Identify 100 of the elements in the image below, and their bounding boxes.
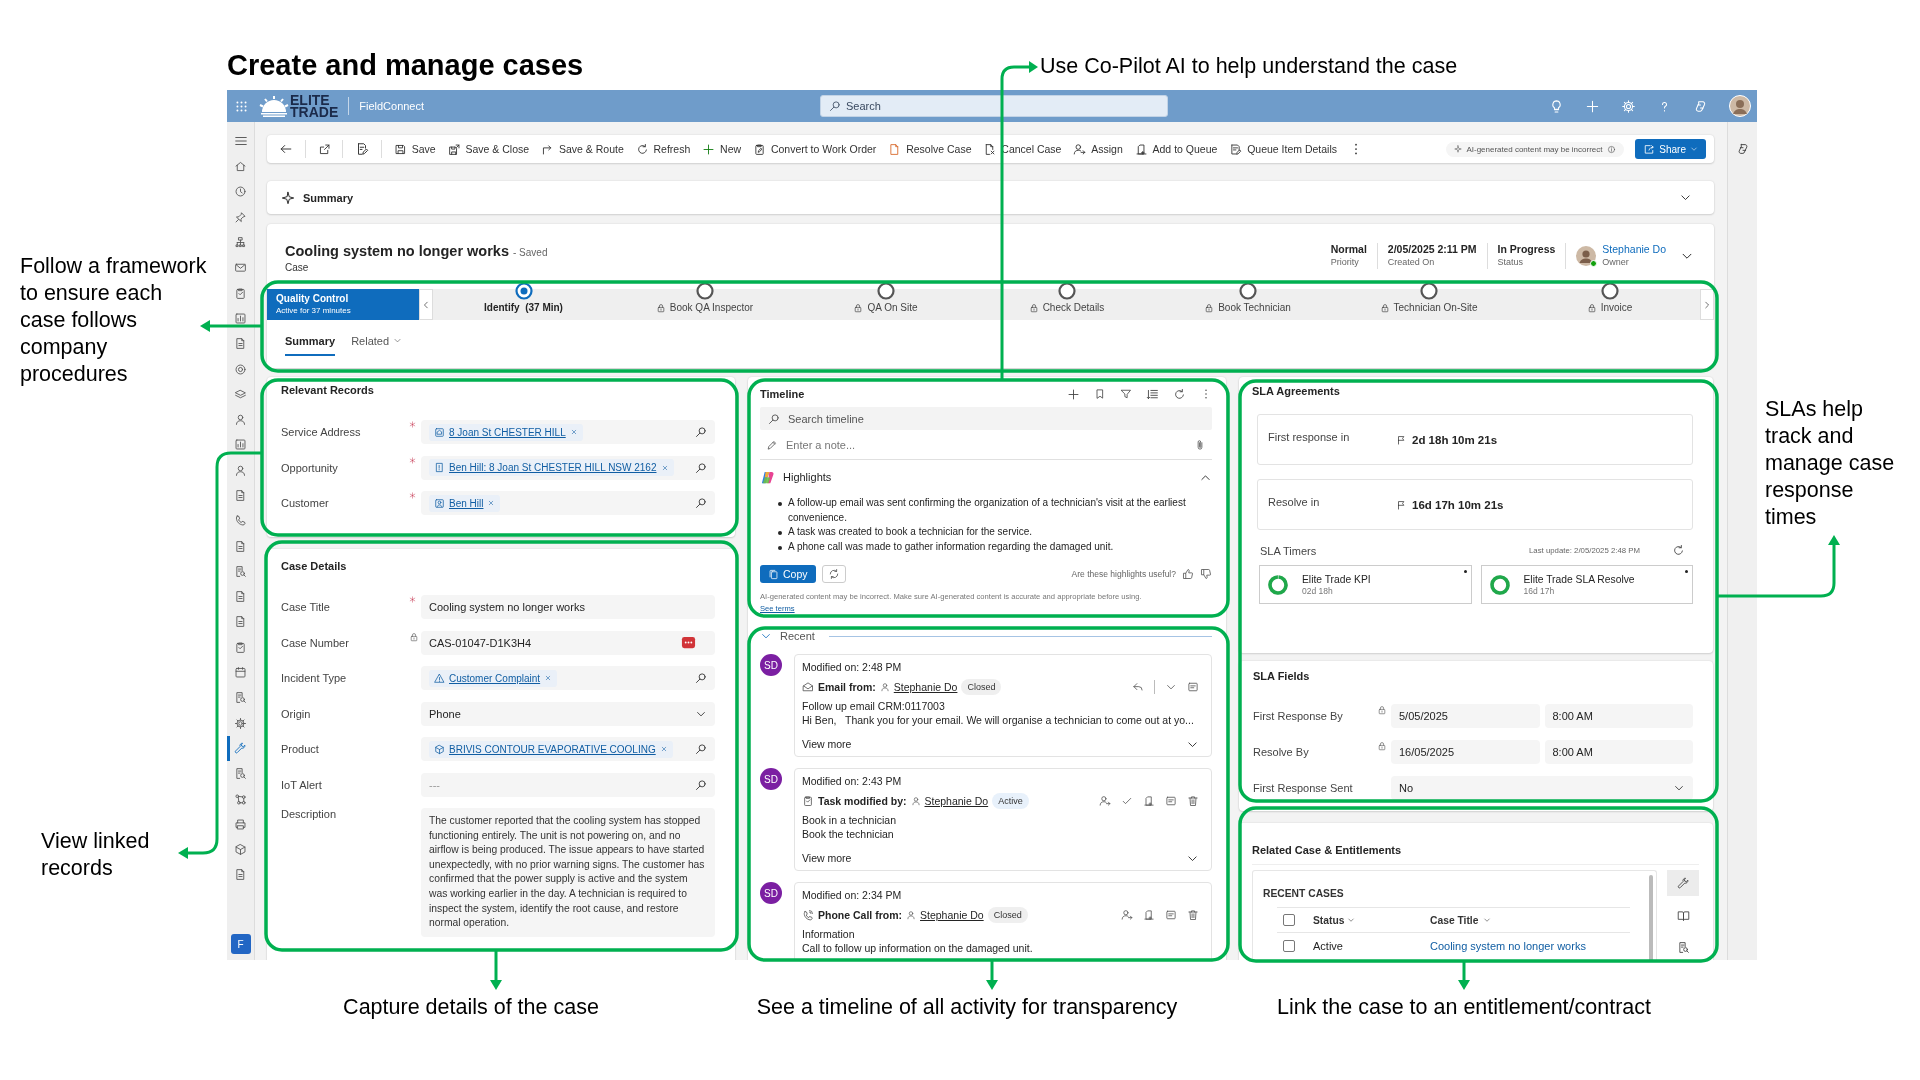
person-link[interactable]: Stephanie Do	[924, 794, 989, 808]
copy-button[interactable]: Copy	[760, 565, 816, 583]
refresh-icon[interactable]	[1672, 544, 1685, 557]
stage-label[interactable]: Invoice	[1600, 302, 1633, 313]
search-icon[interactable]	[695, 497, 707, 509]
scrollbar[interactable]	[1649, 875, 1653, 960]
bookmark-icon[interactable]	[1094, 388, 1106, 400]
stage-label[interactable]: QA On Site	[867, 302, 918, 313]
lookup-field[interactable]: Customer Complaint	[421, 666, 715, 690]
delete-icon[interactable]	[1187, 909, 1199, 921]
stage-marker[interactable]	[1057, 282, 1076, 300]
thumbs-up-icon[interactable]	[1182, 568, 1194, 580]
lookup-tag[interactable]: 8 Joan St CHESTER HILL	[429, 423, 583, 441]
search-field[interactable]: Search	[820, 95, 1168, 117]
search-field[interactable]: Search timeline	[760, 407, 1212, 430]
lookup-field[interactable]: BRIVIS CONTOUR EVAPORATIVE COOLING	[421, 737, 715, 761]
copilot-icon[interactable]	[1693, 98, 1708, 114]
case-link[interactable]: Cooling system no longer works	[1430, 940, 1586, 952]
open-record-icon[interactable]	[1165, 795, 1177, 807]
time-field[interactable]: 8:00 AM	[1544, 740, 1693, 764]
stage-label[interactable]: Check Details	[1042, 302, 1105, 313]
open-record-icon[interactable]	[1165, 909, 1177, 921]
wrench-button[interactable]	[1667, 870, 1699, 896]
record-link[interactable]: Ben Hill	[449, 497, 484, 509]
date-field[interactable]: 16/05/2025	[1391, 740, 1540, 764]
lookup-tag[interactable]: Ben Hill	[429, 494, 501, 512]
sla-kpi-card[interactable]: Elite Trade KPI 02d 18h	[1259, 565, 1472, 604]
thumbs-down-icon[interactable]	[1200, 568, 1212, 580]
open-record-icon[interactable]	[1187, 681, 1199, 693]
view-more-link[interactable]: View more	[802, 737, 852, 751]
stage-marker[interactable]	[1600, 282, 1619, 300]
app-launcher-icon[interactable]	[234, 99, 248, 113]
note-field[interactable]: Enter a note...	[760, 430, 1212, 460]
save-and-route-button[interactable]: Save & Route	[540, 142, 624, 156]
dropdown-field[interactable]: No	[1391, 776, 1693, 800]
tab[interactable]: Related	[351, 327, 403, 356]
back-arrow-icon[interactable]	[279, 142, 293, 156]
person-link[interactable]: Stephanie Do	[920, 908, 984, 922]
search-icon[interactable]	[695, 672, 707, 684]
assign-button[interactable]: Assign	[1073, 142, 1123, 156]
avatar[interactable]	[1729, 95, 1751, 117]
active-stage-flyout[interactable]: Quality Control Active for 37 minutes	[267, 289, 419, 320]
checkbox[interactable]	[1283, 914, 1295, 926]
form-edit-icon[interactable]	[355, 142, 370, 156]
menu-icon[interactable]	[233, 134, 248, 148]
checkbox[interactable]	[1283, 940, 1295, 952]
queue-details-button[interactable]: Queue Item Details	[1229, 142, 1338, 156]
refresh-button[interactable]: Refresh	[635, 142, 691, 156]
description-field[interactable]: The customer reported that the cooling system has stopped functioning entirely. The unit is not powering on, and no airflow is being produced. The issue appears to have started unexpectedly, with no prior warning signs. The customer has confirmed that the power supply is active and the system was working earlier in the day. A technician is required to inspect the system, identify the root cause, and restore normal operation.	[421, 808, 715, 937]
refresh-icon[interactable]	[1173, 387, 1186, 401]
save-button[interactable]: Save	[393, 142, 436, 156]
info-icon[interactable]	[1606, 144, 1616, 154]
sla-kpi-card[interactable]: Elite Trade SLA Resolve 16d 17h	[1480, 565, 1693, 604]
search-icon[interactable]	[695, 743, 707, 755]
stage-label[interactable]: Book QA Inspector	[669, 302, 754, 313]
record-link[interactable]: BRIVIS CONTOUR EVAPORATIVE COOLING	[449, 743, 656, 755]
lookup-field[interactable]: Ben Hill: 8 Joan St CHESTER HILL NSW 2162	[421, 455, 715, 480]
text-field[interactable]: Cooling system no longer works	[421, 595, 715, 619]
copilot-icon[interactable]	[1735, 142, 1750, 156]
record-link[interactable]: 8 Joan St CHESTER HILL	[449, 426, 566, 438]
delete-icon[interactable]	[1187, 795, 1199, 807]
remove-icon[interactable]	[487, 499, 496, 507]
popout-icon[interactable]	[317, 142, 331, 156]
stage-marker[interactable]	[1238, 282, 1257, 300]
convert-button[interactable]: Convert to Work Order	[752, 142, 877, 156]
record-link[interactable]: Customer Complaint	[449, 672, 541, 684]
lookup-field[interactable]: 8 Joan St CHESTER HILL	[421, 420, 715, 444]
column-header[interactable]: Case Title	[1430, 914, 1492, 926]
time-field[interactable]: 8:00 AM	[1544, 704, 1693, 728]
stage-label[interactable]: Identify (37 Min)	[484, 302, 563, 313]
filter-icon[interactable]	[1120, 388, 1132, 400]
stage-label[interactable]: Book Technician	[1218, 302, 1291, 313]
settings-icon[interactable]	[1621, 98, 1636, 114]
dropdown-field[interactable]: Phone	[421, 701, 715, 726]
area-switcher[interactable]: F	[230, 934, 251, 954]
stage-marker[interactable]	[695, 282, 714, 300]
paperclip-icon[interactable]	[1194, 438, 1206, 451]
record-link[interactable]: Ben Hill: 8 Joan St CHESTER HILL NSW 2162	[449, 462, 657, 473]
stage-marker[interactable]	[514, 282, 533, 300]
plus-icon[interactable]	[1585, 98, 1600, 114]
person-arrow-icon[interactable]	[1121, 909, 1133, 921]
add-to-queue-button[interactable]: Add to Queue	[1134, 142, 1218, 156]
queue-add-icon[interactable]	[1143, 795, 1155, 807]
owner-link[interactable]: Stephanie Do	[1602, 243, 1666, 256]
regenerate-button[interactable]	[821, 565, 846, 583]
lightbulb-icon[interactable]	[1549, 98, 1564, 114]
stage-label[interactable]: Technician On-Site	[1393, 302, 1478, 313]
person-arrow-icon[interactable]	[1099, 795, 1111, 807]
view-more-link[interactable]: View more	[802, 851, 852, 865]
tab[interactable]: Summary	[285, 327, 336, 356]
reply-icon[interactable]	[1132, 681, 1144, 693]
stage-marker[interactable]	[1419, 282, 1438, 300]
column-header[interactable]: Status	[1313, 914, 1430, 926]
remove-icon[interactable]	[660, 463, 669, 472]
lookup-tag[interactable]: BRIVIS CONTOUR EVAPORATIVE COOLING	[429, 740, 673, 758]
remove-icon[interactable]	[544, 674, 553, 682]
sort-list-icon[interactable]	[1146, 387, 1159, 401]
queue-add-icon[interactable]	[1143, 909, 1155, 921]
search-icon[interactable]	[695, 426, 707, 438]
ellipsis-icon[interactable]	[681, 635, 696, 650]
